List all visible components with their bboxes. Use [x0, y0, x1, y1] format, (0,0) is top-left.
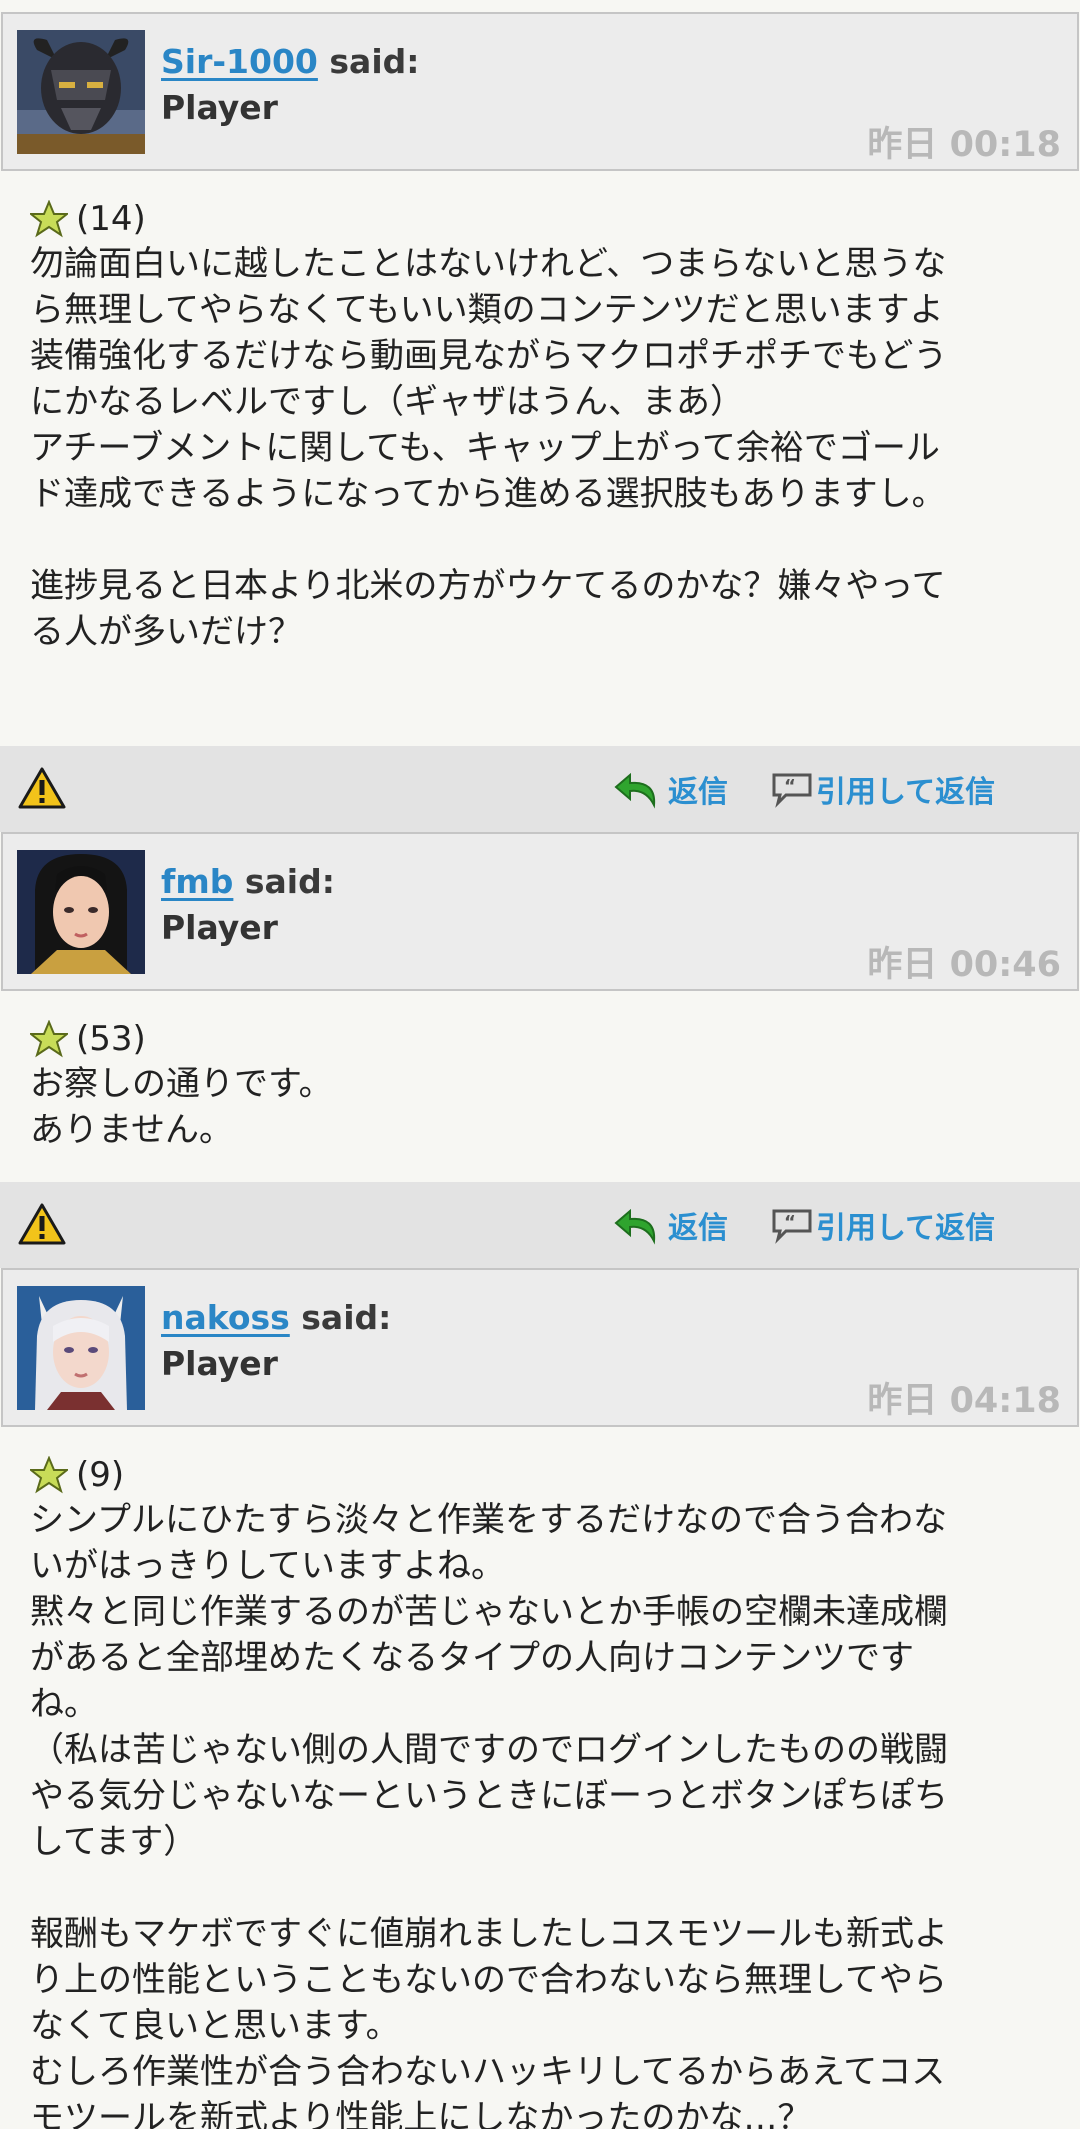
post-text-line: 報酬もマケボですぐに値崩れましたしコスモツールも新式よ — [30, 1914, 948, 1954]
rating: (14) — [30, 199, 1050, 239]
post-text-line: いがはっきりしていますよね。 — [30, 1546, 505, 1586]
post-text: シンプルにひたすら淡々と作業をするだけなので合う合わな いがはっきりしていますよ… — [30, 1497, 1050, 2129]
star-icon[interactable] — [30, 200, 68, 238]
forum-thread: Sir-1000 said: Player 昨日 00:18 (14) 勿論面白… — [0, 0, 1080, 2129]
quote-icon: “ — [772, 1209, 812, 1244]
post-text-line: ド達成できるようになってから進める選択肢もありますし。 — [30, 474, 946, 514]
post-header: fmb said: Player 昨日 00:46 — [1, 832, 1079, 991]
warning-icon[interactable] — [18, 766, 66, 810]
post-text-line: お察しの通りです。 — [30, 1064, 333, 1104]
reply-arrow-icon — [614, 772, 656, 809]
post-text-line: があると全部埋めたくなるタイプの人向けコンテンツです — [30, 1638, 914, 1678]
said-label: said: — [244, 862, 335, 901]
rating-count: (53) — [76, 1019, 146, 1059]
post-text-line: ら無理してやらなくてもいい類のコンテンツだと思いますよ — [30, 290, 944, 330]
post-text-line: る人が多いだけ？ — [30, 612, 302, 652]
reply-label: 返信 — [668, 1211, 728, 1246]
reply-button[interactable]: 返信 — [612, 1202, 728, 1248]
said-label: said: — [301, 1298, 392, 1337]
avatar-image — [17, 850, 145, 974]
post-text-line: むしろ作業性が合う合わないハッキリしてるからあえてコス — [30, 2052, 946, 2092]
author-role: Player — [161, 88, 278, 127]
forum-post: fmb said: Player 昨日 00:46 (53) お察しの通りです。… — [0, 832, 1080, 1268]
quote-reply-button[interactable]: “ 引用して返信 — [770, 1202, 995, 1248]
post-text-line: 黙々と同じ作業するのが苦じゃないとか手帳の空欄未達成欄 — [30, 1592, 948, 1632]
quote-reply-label: 引用して返信 — [816, 1211, 996, 1246]
post-header: nakoss said: Player 昨日 04:18 — [1, 1268, 1079, 1427]
reply-label: 返信 — [668, 775, 728, 810]
author-role: Player — [161, 908, 278, 947]
post-text-line: ありません。 — [30, 1110, 233, 1150]
post-text-line — [30, 1865, 1050, 1911]
avatar[interactable] — [17, 1286, 145, 1410]
author-name-link[interactable]: Sir-1000 — [161, 42, 318, 81]
post-timestamp: 昨日 00:46 — [867, 945, 1061, 985]
rating-count: (9) — [76, 1455, 125, 1495]
post-body: (9) シンプルにひたすら淡々と作業をするだけなので合う合わな いがはっきりして… — [0, 1427, 1080, 2129]
quote-reply-label: 引用して返信 — [816, 775, 996, 810]
quote-reply-button[interactable]: “ 引用して返信 — [770, 766, 995, 812]
rating-count: (14) — [76, 199, 146, 239]
author-line: fmb said: — [161, 862, 335, 901]
post-text-line: アチーブメントに関しても、キャップ上がって余裕でゴール — [30, 428, 940, 468]
post-text: お察しの通りです。 ありません。 — [30, 1061, 1050, 1153]
star-icon[interactable] — [30, 1020, 68, 1058]
post-text-line: （私は苦じゃない側の人間ですのでログインしたものの戦闘 — [30, 1730, 948, 1770]
post-text-line: シンプルにひたすら淡々と作業をするだけなので合う合わな — [30, 1500, 947, 1540]
quote-icon: “ — [772, 773, 812, 808]
post-text-line: 勿論面白いに越したことはないけれど、つまらないと思うな — [30, 244, 947, 284]
reply-button[interactable]: 返信 — [612, 766, 728, 812]
post-text-line: やる気分じゃないなーというときにぼーっとボタンぽちぽち — [30, 1776, 948, 1816]
author-name-link[interactable]: fmb — [161, 862, 233, 901]
forum-post: Sir-1000 said: Player 昨日 00:18 (14) 勿論面白… — [0, 12, 1080, 832]
warning-icon[interactable] — [18, 1202, 66, 1246]
reply-arrow-icon — [614, 1208, 656, 1245]
avatar[interactable] — [17, 30, 145, 154]
post-text-line: してます） — [30, 1822, 198, 1862]
star-icon[interactable] — [30, 1456, 68, 1494]
post-text-line: にかなるレベルですし（ギャザはうん、まあ） — [30, 382, 744, 422]
post-text-line: 装備強化するだけなら動画見ながらマクロポチポチでもどう — [30, 336, 948, 376]
rating: (53) — [30, 1019, 1050, 1059]
post-text-line: 進捗見ると日本より北米の方がウケてるのかな？嫌々やって — [30, 566, 946, 606]
post-text-line: ね。 — [30, 1684, 98, 1724]
post-text-line: モツールを新式より性能上にしなかったのかな…？ — [30, 2098, 812, 2129]
post-action-bar: 返信 “ 引用して返信 — [0, 746, 1080, 832]
post-body: (53) お察しの通りです。 ありません。 — [0, 991, 1080, 1182]
avatar-image — [17, 1286, 145, 1410]
post-timestamp: 昨日 04:18 — [867, 1381, 1061, 1421]
rating: (9) — [30, 1455, 1050, 1495]
post-body: (14) 勿論面白いに越したことはないけれど、つまらないと思うな ら無理してやら… — [0, 171, 1080, 746]
svg-text:“: “ — [784, 1212, 796, 1233]
svg-text:“: “ — [784, 776, 796, 797]
post-action-bar: 返信 “ 引用して返信 — [0, 1182, 1080, 1268]
forum-post: nakoss said: Player 昨日 04:18 (9) シンプルにひた… — [0, 1268, 1080, 2129]
post-text-line: り上の性能ということもないので合わないなら無理してやら — [30, 1960, 947, 2000]
author-name-link[interactable]: nakoss — [161, 1298, 290, 1337]
author-line: nakoss said: — [161, 1298, 391, 1337]
post-timestamp: 昨日 00:18 — [867, 125, 1061, 165]
author-line: Sir-1000 said: — [161, 42, 419, 81]
said-label: said: — [329, 42, 420, 81]
post-text-line: なくて良いと思います。 — [30, 2006, 400, 2046]
post-text-line — [30, 517, 1050, 563]
avatar-image — [17, 30, 145, 154]
post-text: 勿論面白いに越したことはないけれど、つまらないと思うな ら無理してやらなくてもい… — [30, 241, 1050, 655]
avatar[interactable] — [17, 850, 145, 974]
author-role: Player — [161, 1344, 278, 1383]
post-header: Sir-1000 said: Player 昨日 00:18 — [1, 12, 1079, 171]
